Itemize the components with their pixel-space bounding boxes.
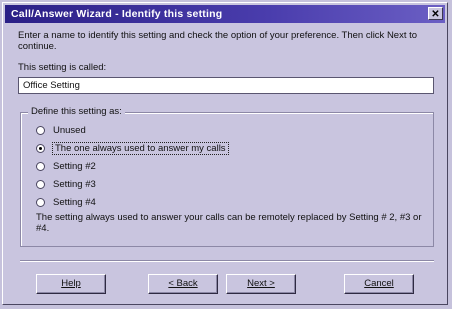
group-legend: Define this setting as: bbox=[28, 106, 125, 117]
radio-label: The one always used to answer my calls bbox=[52, 142, 229, 155]
radio-setting-2[interactable]: Setting #2 bbox=[36, 161, 96, 172]
radio-label: Setting #2 bbox=[53, 161, 96, 172]
radio-button-icon[interactable] bbox=[36, 144, 45, 153]
setting-name-input[interactable]: Office Setting bbox=[18, 77, 434, 94]
radio-button-icon[interactable] bbox=[36, 180, 45, 189]
separator bbox=[20, 260, 434, 262]
back-button-label: < Back bbox=[168, 278, 198, 289]
cancel-button-label: Cancel bbox=[364, 278, 394, 289]
radio-label: Setting #4 bbox=[53, 197, 96, 208]
next-button[interactable]: Next > bbox=[226, 274, 296, 294]
cancel-button[interactable]: Cancel bbox=[344, 274, 414, 294]
radio-button-icon[interactable] bbox=[36, 126, 45, 135]
radio-button-icon[interactable] bbox=[36, 198, 45, 207]
back-button[interactable]: < Back bbox=[148, 274, 218, 294]
radio-always-used[interactable]: The one always used to answer my calls bbox=[36, 142, 229, 155]
setting-name-label: This setting is called: bbox=[18, 62, 107, 73]
radio-label: Unused bbox=[53, 125, 86, 136]
close-icon[interactable]: ✕ bbox=[428, 7, 443, 20]
radio-unused[interactable]: Unused bbox=[36, 125, 86, 136]
radio-setting-4[interactable]: Setting #4 bbox=[36, 197, 96, 208]
radio-button-icon[interactable] bbox=[36, 162, 45, 171]
next-button-label: Next > bbox=[247, 278, 275, 289]
intro-text: Enter a name to identify this setting an… bbox=[18, 30, 418, 52]
replacement-note: The setting always used to answer your c… bbox=[36, 212, 422, 234]
title-bar[interactable]: Call/Answer Wizard - Identify this setti… bbox=[5, 5, 445, 23]
help-button-label: Help bbox=[61, 278, 81, 289]
radio-label: Setting #3 bbox=[53, 179, 96, 190]
window-title: Call/Answer Wizard - Identify this setti… bbox=[11, 8, 223, 20]
help-button[interactable]: Help bbox=[36, 274, 106, 294]
radio-setting-3[interactable]: Setting #3 bbox=[36, 179, 96, 190]
